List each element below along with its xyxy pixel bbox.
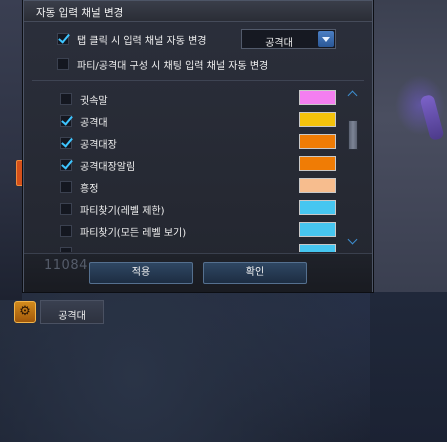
apply-button[interactable]: 적용 bbox=[89, 262, 193, 284]
channel-color-swatch[interactable] bbox=[299, 222, 336, 237]
channel-checkbox[interactable] bbox=[60, 93, 72, 105]
channel-list-scrollbar[interactable] bbox=[346, 87, 360, 252]
background-scene-right-lower bbox=[370, 292, 447, 442]
list-item[interactable]: 흥정 bbox=[32, 175, 354, 197]
channel-color-swatch[interactable] bbox=[299, 156, 336, 171]
divider bbox=[32, 80, 364, 81]
channel-checkbox[interactable] bbox=[60, 137, 72, 149]
scrollbar-thumb[interactable] bbox=[348, 120, 358, 150]
background-scene-left bbox=[0, 0, 22, 300]
channel-list: 귓속말 공격대 공격대장 공격대장알림 흥정 파티찾기(레벨 제한) 파티찾기(… bbox=[32, 87, 354, 252]
list-item[interactable]: 귓속말 bbox=[32, 87, 354, 109]
option-tab-click-label: 탭 클릭 시 입력 채널 자동 변경 bbox=[77, 35, 207, 47]
list-item[interactable]: 공격대 bbox=[32, 109, 354, 131]
channel-color-swatch[interactable] bbox=[299, 134, 336, 149]
checkbox-tab-click-auto-change[interactable] bbox=[57, 33, 69, 45]
dialog-title: 자동 입력 채널 변경 bbox=[36, 7, 124, 19]
list-item[interactable]: 공격대장알림 bbox=[32, 153, 354, 175]
channel-dropdown[interactable]: 공격대 bbox=[241, 29, 336, 49]
chevron-down-icon[interactable] bbox=[348, 237, 358, 247]
list-item[interactable]: 파티찾기(모든 레벨 보기) bbox=[32, 219, 354, 241]
chevron-down-icon[interactable] bbox=[318, 31, 334, 47]
dialog-titlebar[interactable]: 자동 입력 채널 변경 bbox=[24, 1, 372, 22]
channel-name: 귓속말 bbox=[80, 96, 108, 107]
background-number: 11084 bbox=[44, 258, 88, 273]
channel-color-swatch[interactable] bbox=[299, 244, 336, 252]
channel-checkbox[interactable] bbox=[60, 247, 72, 252]
list-item[interactable]: 파티찾기(레벨 제한) bbox=[32, 197, 354, 219]
channel-checkbox[interactable] bbox=[60, 225, 72, 237]
channel-name: 공격대장알림 bbox=[80, 162, 136, 173]
tab-raid[interactable]: 공격대 bbox=[40, 300, 104, 324]
channel-color-swatch[interactable] bbox=[299, 200, 336, 215]
channel-dropdown-value: 공격대 bbox=[265, 38, 293, 49]
chevron-up-icon[interactable] bbox=[348, 89, 358, 99]
background-scene-right bbox=[370, 0, 447, 292]
list-item-partial[interactable] bbox=[32, 241, 354, 252]
chat-tab-label: 공격대 bbox=[58, 311, 86, 322]
channel-name: 파티찾기(모든 레벨 보기) bbox=[80, 228, 187, 239]
channel-checkbox[interactable] bbox=[60, 181, 72, 193]
auto-input-channel-dialog: 자동 입력 채널 변경 탭 클릭 시 입력 채널 자동 변경 공격대 파티/공격… bbox=[23, 0, 373, 292]
list-item[interactable]: 공격대장 bbox=[32, 131, 354, 153]
option-party-label: 파티/공격대 구성 시 채팅 입력 채널 자동 변경 bbox=[77, 60, 269, 72]
dialog-footer: 11084 적용 확인 bbox=[24, 253, 372, 292]
channel-checkbox[interactable] bbox=[60, 159, 72, 171]
gear-icon: ⚙ bbox=[19, 304, 31, 319]
channel-name: 흥정 bbox=[80, 184, 99, 195]
channel-color-swatch[interactable] bbox=[299, 112, 336, 127]
channel-name: 파티찾기(레벨 제한) bbox=[80, 206, 165, 217]
channel-name: 공격대 bbox=[80, 118, 108, 129]
option-party-auto-change[interactable]: 파티/공격대 구성 시 채팅 입력 채널 자동 변경 bbox=[57, 55, 268, 73]
checkbox-party-auto-change[interactable] bbox=[57, 58, 69, 70]
channel-color-swatch[interactable] bbox=[299, 178, 336, 193]
option-tab-click-auto-change[interactable]: 탭 클릭 시 입력 채널 자동 변경 bbox=[57, 30, 206, 48]
channel-checkbox[interactable] bbox=[60, 115, 72, 127]
channel-checkbox[interactable] bbox=[60, 203, 72, 215]
channel-name: 공격대장 bbox=[80, 140, 117, 151]
chat-settings-button[interactable]: ⚙ bbox=[14, 301, 36, 323]
channel-color-swatch[interactable] bbox=[299, 90, 336, 105]
ok-button[interactable]: 확인 bbox=[203, 262, 307, 284]
